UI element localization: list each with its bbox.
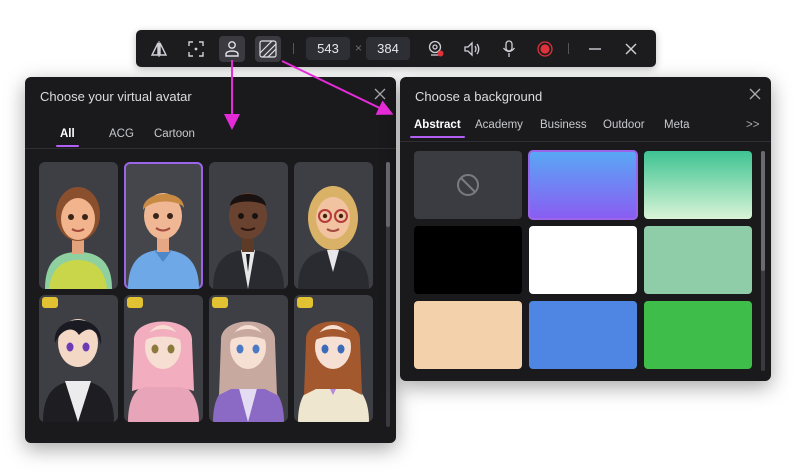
record-icon [537,41,553,57]
tab-business[interactable]: Business [540,119,587,131]
avatar-image [213,193,284,289]
times-symbol: × [355,41,363,55]
mirror-icon [150,41,168,57]
avatar-card[interactable] [209,162,288,289]
avatar-image [128,193,199,289]
minimize-button[interactable] [582,36,608,62]
background-swatch[interactable] [644,226,752,294]
background-swatch[interactable] [414,226,522,294]
stage: 543 × 384 Choose your virtual avatar All [0,0,800,474]
no-entry-icon [457,174,479,196]
speaker-button[interactable] [459,36,485,62]
avatar-panel-close-button[interactable] [374,87,388,101]
crop-button[interactable] [183,36,209,62]
background-swatch[interactable] [529,301,637,369]
avatar-icon [225,41,239,57]
avatar-image [43,319,114,422]
tabs-divider [400,141,771,142]
avatar-card[interactable] [294,295,373,422]
avatar-card[interactable] [39,162,118,289]
avatar-grid [39,162,375,422]
avatar-image [128,321,199,422]
background-swatch[interactable] [644,151,752,219]
avatar-image [298,186,369,289]
avatar-card[interactable] [209,295,288,422]
no-background-swatch[interactable] [414,151,522,219]
microphone-icon [502,40,516,57]
close-icon [374,88,386,100]
toolbar-divider [293,43,294,54]
avatar-card[interactable] [124,295,203,422]
background-panel-close-button[interactable] [749,87,763,101]
crop-icon [188,41,204,57]
background-swatch[interactable] [529,226,637,294]
toolbar: 543 × 384 [136,30,656,67]
avatar-card[interactable] [39,295,118,422]
webcam-icon [428,40,444,57]
avatar-image [213,321,284,422]
background-scrollbar-thumb[interactable] [761,151,765,271]
avatar-panel: Choose your virtual avatar All ACG Carto… [25,77,396,443]
avatar-card[interactable] [294,162,373,289]
background-swatch[interactable] [528,150,638,220]
mirror-button[interactable] [146,36,172,62]
height-input[interactable]: 384 [366,37,410,60]
width-input[interactable]: 543 [306,37,350,60]
tab-cartoon[interactable]: Cartoon [154,128,195,140]
avatar-panel-title: Choose your virtual avatar [40,89,192,104]
tab-all[interactable]: All [56,128,79,147]
webcam-button[interactable] [423,36,449,62]
tab-acg[interactable]: ACG [109,128,134,140]
avatar-image [298,321,369,422]
tabs-divider [25,148,396,149]
speaker-icon [464,41,480,57]
avatar-scrollbar-thumb[interactable] [386,162,390,227]
background-panel: Choose a background Abstract Academy Bus… [400,77,771,381]
toolbar-divider [568,43,569,54]
avatar-button[interactable] [219,36,245,62]
minimize-icon [589,48,601,50]
stripes-icon [259,40,277,58]
record-button[interactable] [532,36,558,62]
close-button[interactable] [618,36,644,62]
tab-outdoor[interactable]: Outdoor [603,119,645,131]
close-icon [749,88,761,100]
background-button[interactable] [255,36,281,62]
more-tabs-button[interactable]: >> [746,119,759,131]
avatar-image [45,187,112,289]
close-icon [625,43,637,55]
tab-academy[interactable]: Academy [475,119,523,131]
background-panel-title: Choose a background [415,89,543,104]
tab-meta[interactable]: Meta [664,119,690,131]
microphone-button[interactable] [496,36,522,62]
background-grid [414,150,752,369]
background-swatch[interactable] [644,301,752,369]
tab-abstract[interactable]: Abstract [410,119,465,138]
avatar-card[interactable] [124,162,203,289]
background-swatch[interactable] [414,301,522,369]
